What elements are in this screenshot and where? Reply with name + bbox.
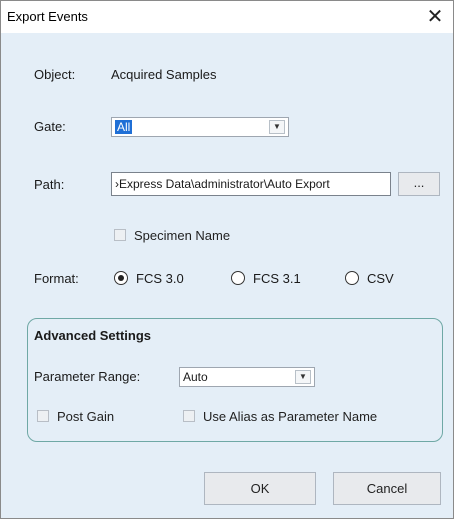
specimen-name-checkbox[interactable] bbox=[114, 229, 126, 241]
parameter-range-dropdown[interactable]: Auto ▼ bbox=[179, 367, 315, 387]
format-label: Format: bbox=[34, 271, 79, 286]
title-bar: Export Events ✕ bbox=[1, 1, 453, 33]
ok-button[interactable]: OK bbox=[204, 472, 316, 505]
parameter-range-value: Auto bbox=[183, 370, 208, 384]
close-icon[interactable]: ✕ bbox=[423, 5, 447, 29]
chevron-down-icon[interactable]: ▼ bbox=[269, 120, 285, 134]
format-fcs31-radio[interactable] bbox=[231, 271, 245, 285]
post-gain-checkbox[interactable] bbox=[37, 410, 49, 422]
path-label: Path: bbox=[34, 177, 65, 192]
format-csv-radio[interactable] bbox=[345, 271, 359, 285]
format-csv-label: CSV bbox=[367, 271, 394, 286]
parameter-range-label: Parameter Range: bbox=[34, 369, 141, 384]
object-label: Object: bbox=[34, 67, 76, 82]
path-input[interactable]: ›Express Data\administrator\Auto Export bbox=[111, 172, 391, 196]
specimen-name-label: Specimen Name bbox=[134, 228, 231, 243]
gate-selected-value: All bbox=[115, 120, 133, 134]
format-fcs30-label: FCS 3.0 bbox=[136, 271, 184, 286]
cancel-button-label: Cancel bbox=[366, 481, 408, 496]
browse-button[interactable]: ... bbox=[398, 172, 440, 196]
export-events-dialog: Export Events ✕ Object: Acquired Samples… bbox=[0, 0, 454, 519]
format-fcs30-radio[interactable] bbox=[114, 271, 128, 285]
ok-button-label: OK bbox=[250, 481, 270, 496]
use-alias-checkbox[interactable] bbox=[183, 410, 195, 422]
format-fcs31-label: FCS 3.1 bbox=[253, 271, 301, 286]
object-value: Acquired Samples bbox=[111, 67, 217, 82]
path-value: ›Express Data\administrator\Auto Export bbox=[115, 177, 330, 191]
gate-label: Gate: bbox=[34, 119, 66, 134]
dialog-title: Export Events bbox=[7, 9, 88, 24]
gate-dropdown[interactable]: All ▼ bbox=[111, 117, 289, 137]
cancel-button[interactable]: Cancel bbox=[333, 472, 441, 505]
use-alias-label: Use Alias as Parameter Name bbox=[203, 409, 378, 424]
chevron-down-icon[interactable]: ▼ bbox=[295, 370, 311, 384]
post-gain-label: Post Gain bbox=[57, 409, 115, 424]
advanced-settings-title: Advanced Settings bbox=[34, 328, 152, 343]
browse-button-label: ... bbox=[413, 175, 425, 190]
